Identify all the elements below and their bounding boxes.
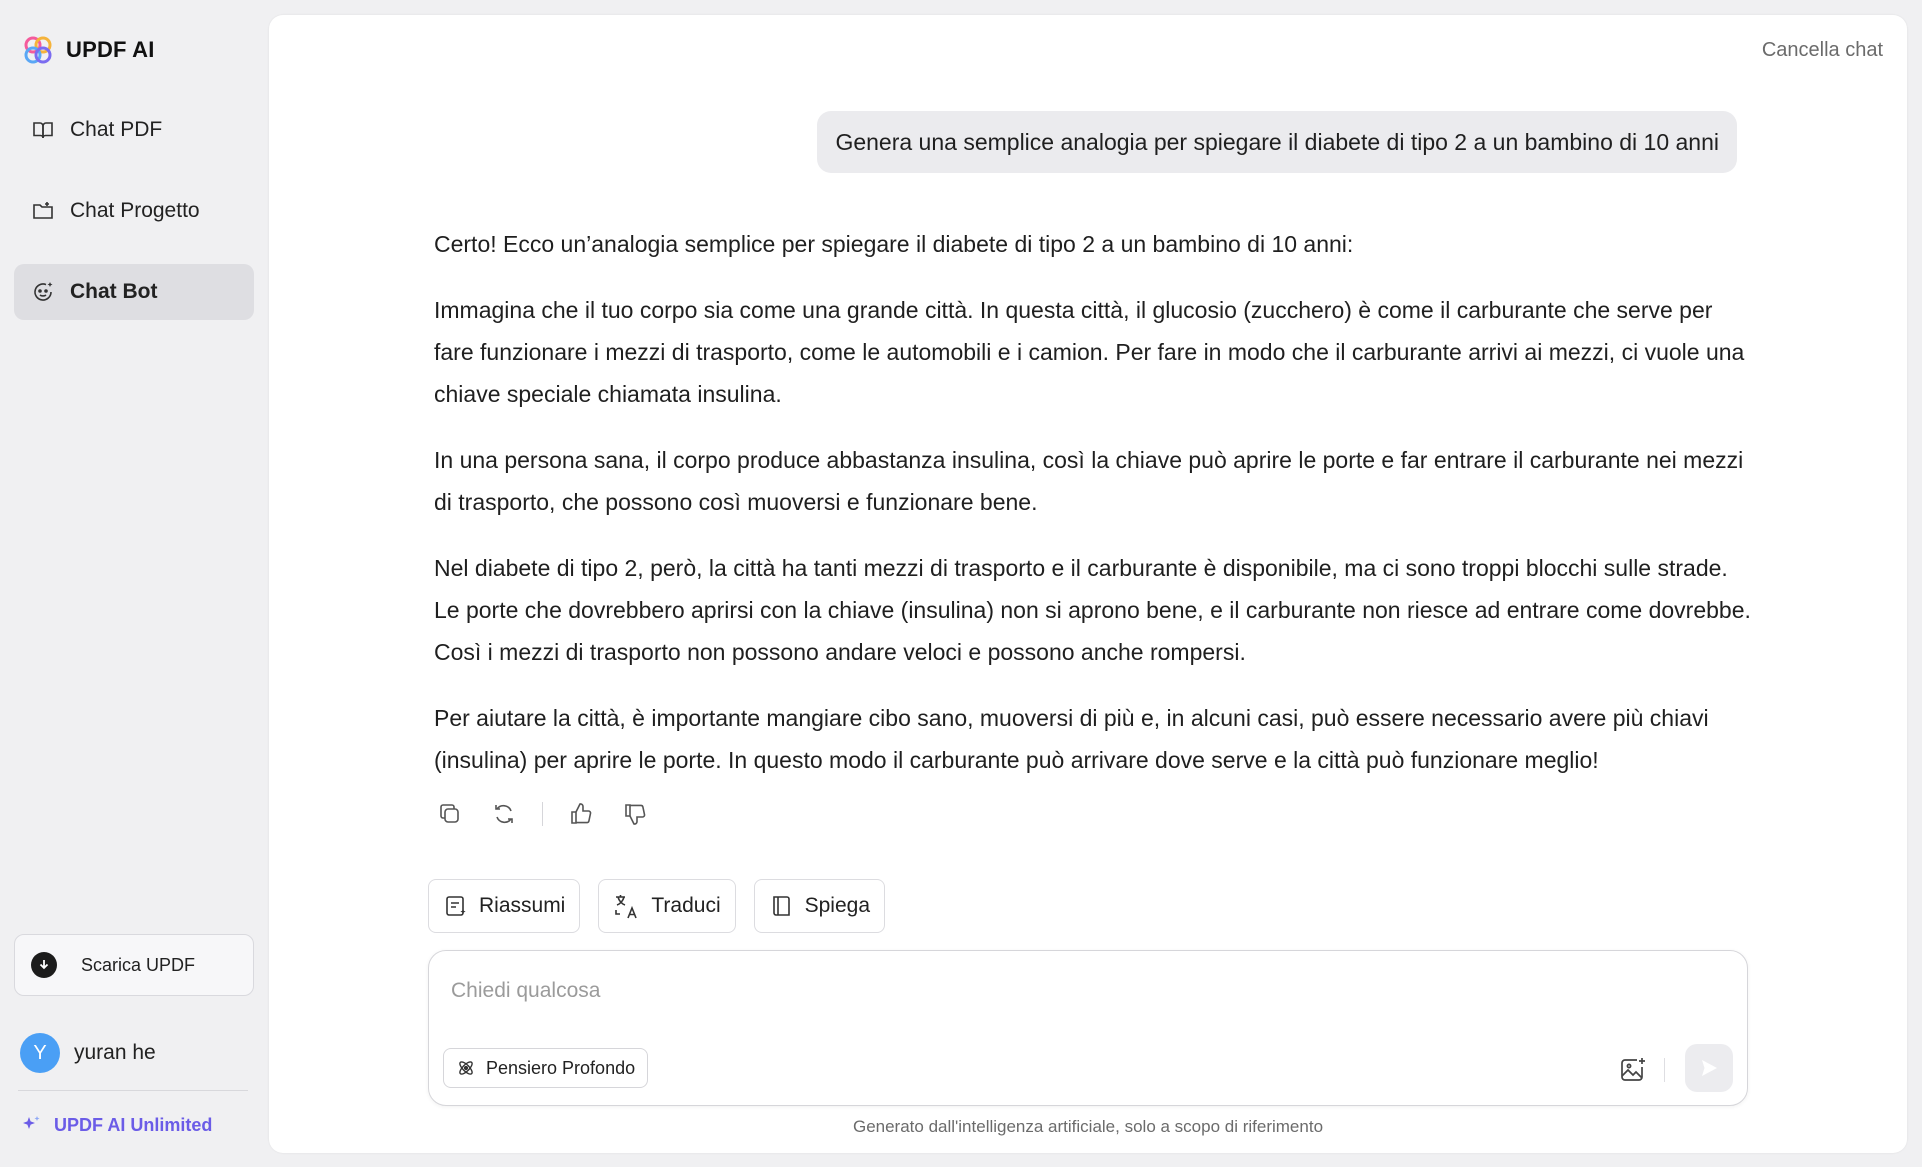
download-label: Scarica UPDF xyxy=(81,954,196,975)
user-profile[interactable]: Y yuran he xyxy=(20,1033,156,1073)
sidebar-item-chat-bot[interactable]: Chat Bot xyxy=(14,264,254,320)
sidebar-item-chat-progetto[interactable]: Chat Progetto xyxy=(14,183,254,239)
copy-icon[interactable] xyxy=(434,798,466,830)
clear-chat-button[interactable]: Cancella chat xyxy=(1762,39,1883,62)
summarize-button[interactable]: Riassumi xyxy=(428,879,581,933)
regenerate-icon[interactable] xyxy=(488,798,520,830)
sparkle-icon xyxy=(23,1116,40,1129)
book-open-icon xyxy=(30,117,56,143)
sidebar-item-chat-pdf[interactable]: Chat PDF xyxy=(14,102,254,158)
unlimited-label: UPDF AI Unlimited xyxy=(54,1114,213,1135)
sidebar-item-label: Chat Bot xyxy=(70,280,158,303)
message-actions xyxy=(434,798,651,830)
deep-thinking-toggle[interactable]: Pensiero Profondo xyxy=(443,1048,649,1088)
actions-divider xyxy=(542,802,543,826)
download-updf-button[interactable]: Scarica UPDF xyxy=(14,934,254,996)
chat-input[interactable] xyxy=(451,975,1651,1007)
updf-logo-icon xyxy=(24,36,52,64)
answer-paragraph: Certo! Ecco un’analogia semplice per spi… xyxy=(434,231,1354,257)
summarize-icon xyxy=(446,896,466,916)
send-icon xyxy=(1702,1060,1717,1076)
send-button[interactable] xyxy=(1685,1044,1733,1092)
translate-label: Traduci xyxy=(651,894,721,917)
chat-panel: Cancella chat Genera una semplice analog… xyxy=(269,15,1907,1153)
answer-paragraph: Immagina che il tuo corpo sia come una g… xyxy=(434,297,1745,407)
user-message-bubble: Genera una semplice analogia per spiegar… xyxy=(817,111,1737,173)
composer-divider xyxy=(1664,1058,1665,1082)
sidebar-divider xyxy=(18,1090,248,1091)
avatar: Y xyxy=(20,1033,60,1073)
assistant-message: Certo! Ecco un’analogia semplice per spi… xyxy=(434,223,1754,805)
translate-button[interactable]: Traduci xyxy=(598,879,736,933)
image-upload-icon[interactable] xyxy=(1615,1052,1651,1088)
sidebar-item-label: Chat PDF xyxy=(70,118,163,141)
folder-icon xyxy=(30,198,56,224)
book-icon xyxy=(772,896,790,916)
upgrade-unlimited-link[interactable]: UPDF AI Unlimited xyxy=(20,1114,212,1136)
explain-label: Spiega xyxy=(804,894,870,917)
ai-disclaimer: Generato dall'intelligenza artificiale, … xyxy=(852,1117,1324,1136)
sidebar: UPDF AI Chat PDF Chat Progetto Chat Bot … xyxy=(0,0,268,1167)
brand[interactable]: UPDF AI xyxy=(22,34,155,66)
bot-face-icon xyxy=(30,279,56,305)
atom-icon xyxy=(459,1061,473,1075)
thumbs-up-icon[interactable] xyxy=(565,798,597,830)
translate-icon xyxy=(615,895,638,919)
user-name: yuran he xyxy=(74,1041,156,1064)
answer-paragraph: In una persona sana, il corpo produce ab… xyxy=(434,447,1744,515)
answer-paragraph: Per aiutare la città, è importante mangi… xyxy=(434,705,1709,773)
brand-name: UPDF AI xyxy=(66,37,155,62)
deep-thinking-label: Pensiero Profondo xyxy=(486,1057,636,1078)
sidebar-item-label: Chat Progetto xyxy=(70,199,200,222)
composer: Pensiero Profondo xyxy=(428,950,1748,1106)
summarize-label: Riassumi xyxy=(479,894,566,917)
quick-actions: Riassumi Traduci Spiega xyxy=(428,879,885,933)
download-icon xyxy=(31,952,57,978)
thumbs-down-icon[interactable] xyxy=(619,798,651,830)
answer-paragraph: Nel diabete di tipo 2, però, la città ha… xyxy=(434,555,1751,665)
explain-button[interactable]: Spiega xyxy=(753,879,885,933)
